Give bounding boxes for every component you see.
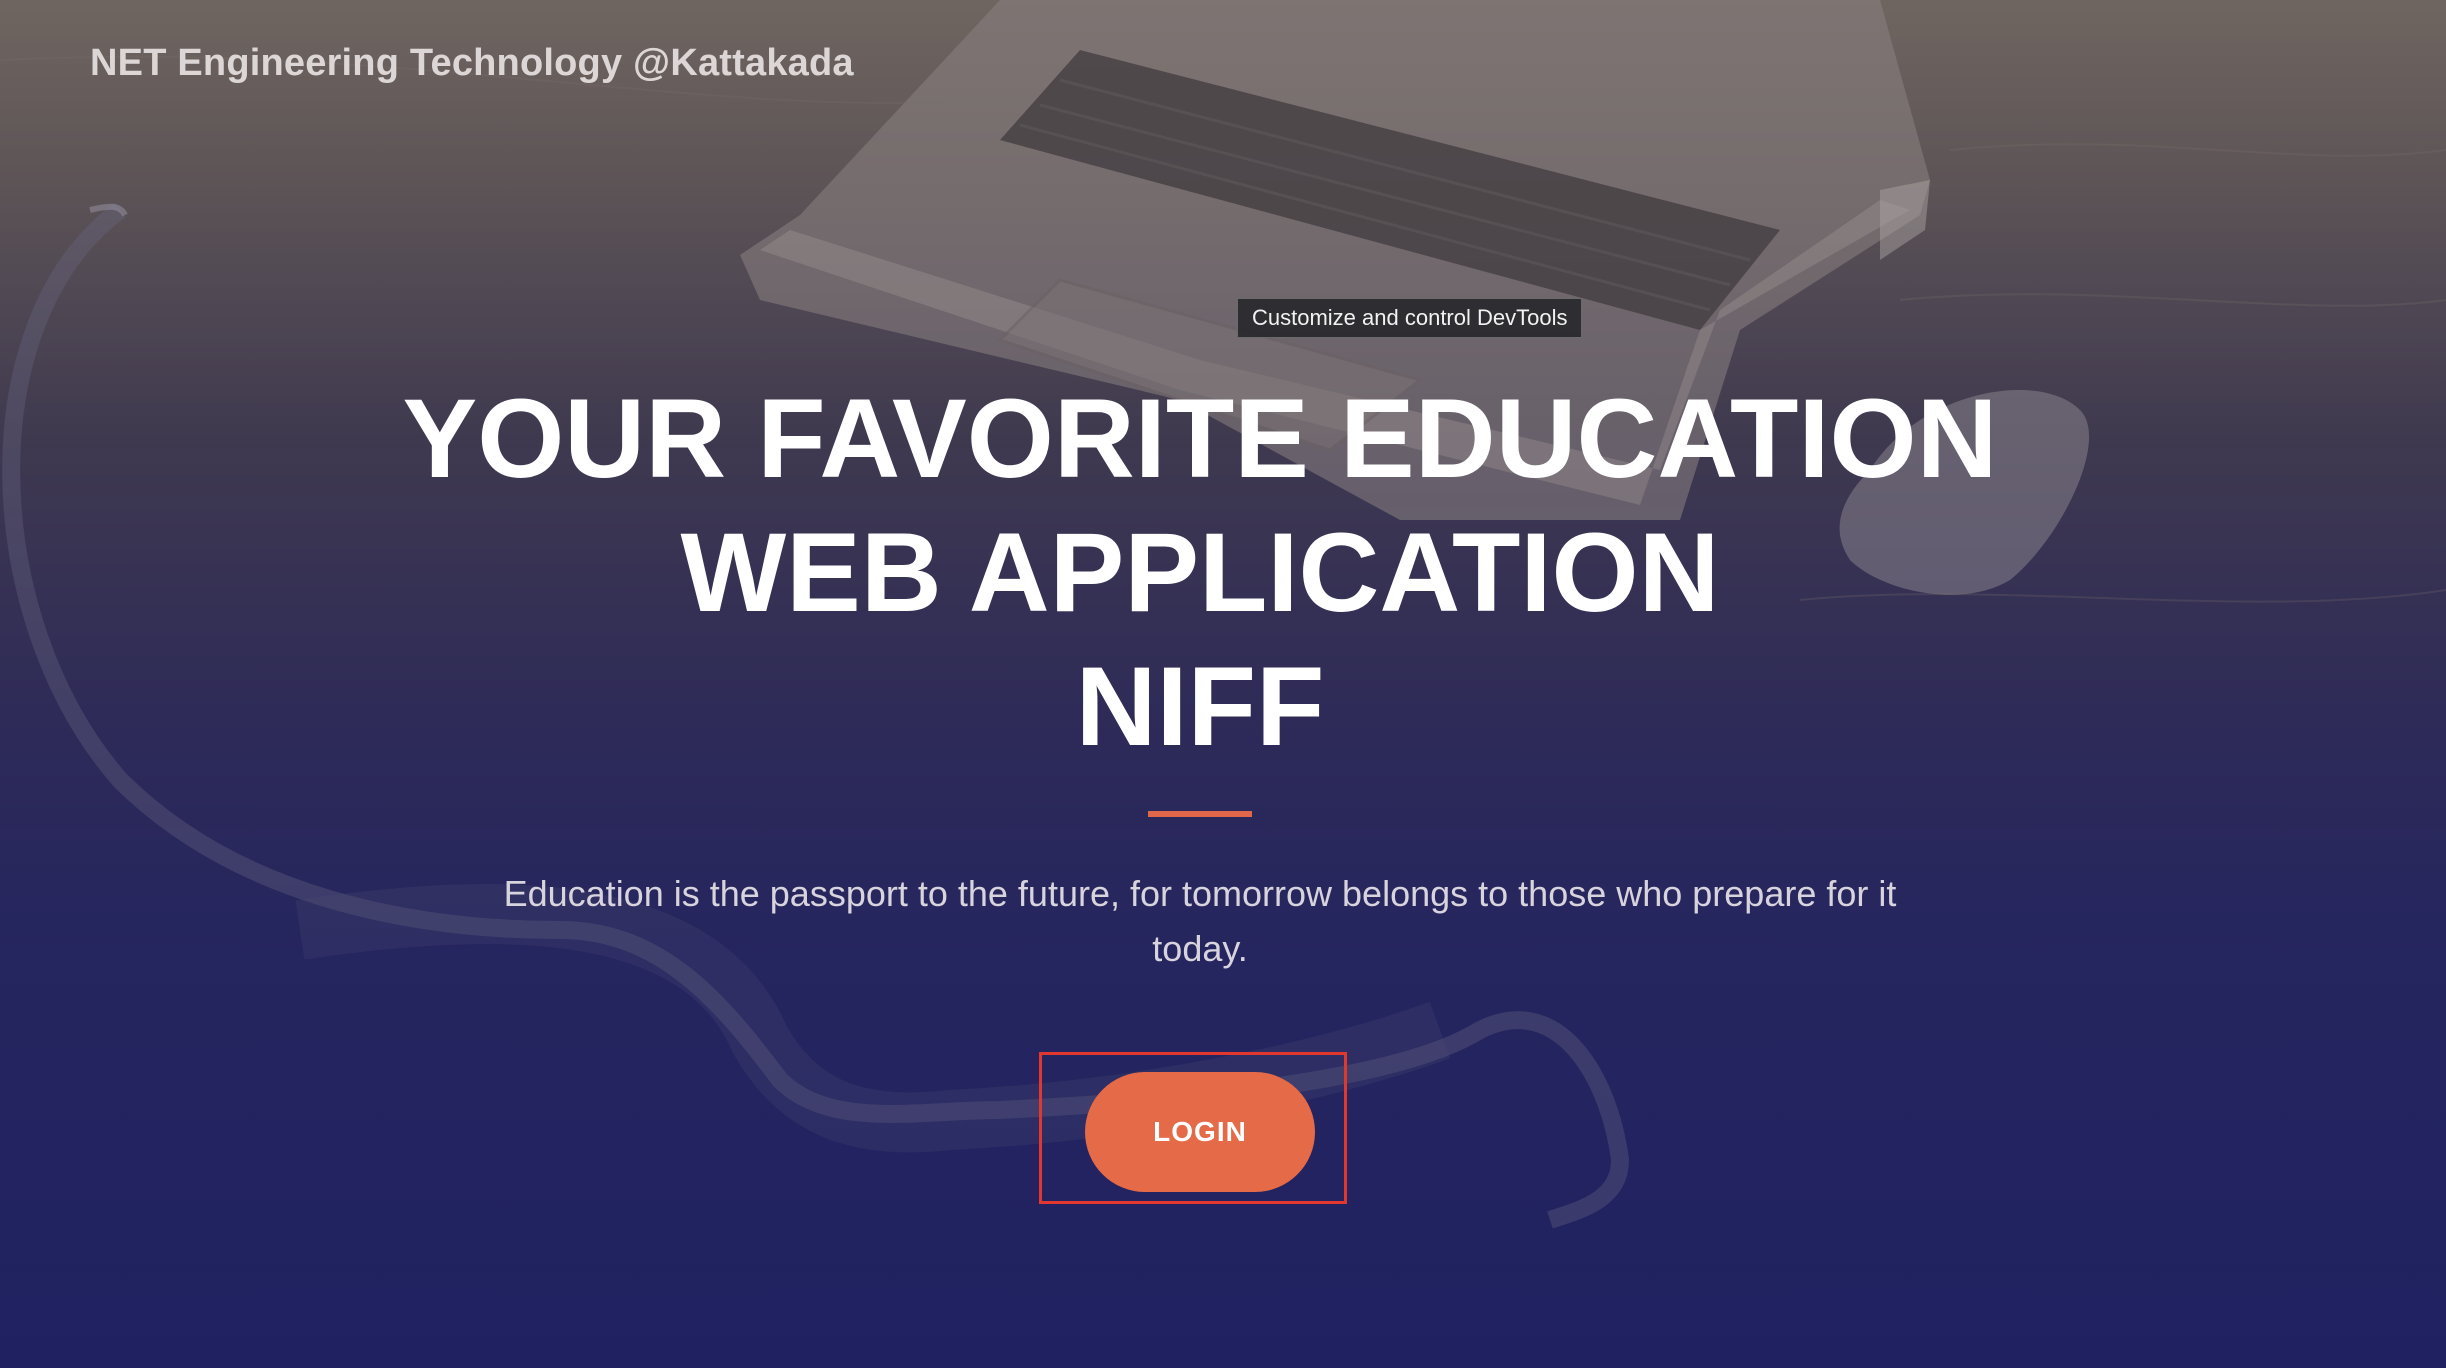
hero-tagline: Education is the passport to the future,… <box>503 873 1897 969</box>
login-button[interactable]: LOGIN <box>1085 1072 1315 1192</box>
hero-section: NET Engineering Technology @Kattakada Cu… <box>0 0 2446 1368</box>
brand-title[interactable]: NET Engineering Technology @Kattakada <box>90 42 854 85</box>
headline-line-3: NIFF <box>1075 644 1325 769</box>
headline-line-2: WEB APPLICATION <box>680 510 1720 635</box>
devtools-tooltip: Customize and control DevTools <box>1237 298 1583 338</box>
accent-divider <box>1148 811 1252 817</box>
headline-line-1: YOUR FAVORITE EDUCATION <box>402 376 1998 501</box>
hero-headline: YOUR FAVORITE EDUCATION WEB APPLICATION … <box>0 372 2400 774</box>
